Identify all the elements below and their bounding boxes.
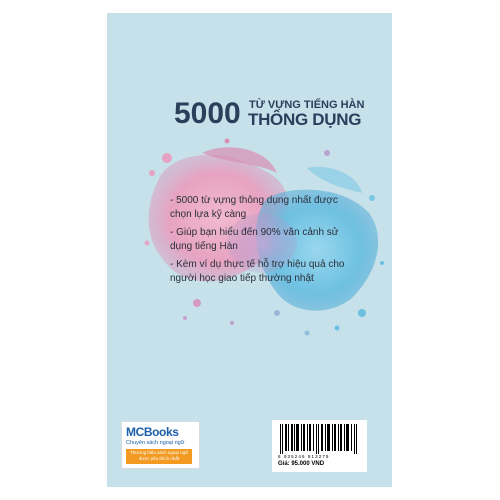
publisher-tagline: Thương hiệu sách ngoại ngữ được yêu thíc… bbox=[126, 449, 192, 464]
feature-item: - Giúp bạn hiểu đến 90% văn cảnh sử dụng… bbox=[170, 227, 339, 252]
feature-item: - Kèm ví dụ thực tế hỗ trợ hiệu quả cho … bbox=[170, 259, 345, 284]
price-label: Giá: 95.000 VND bbox=[278, 461, 325, 467]
barcode-icon bbox=[280, 424, 357, 454]
barcode-box: 8 935246 913279 Giá: 95.000 VND bbox=[272, 420, 367, 472]
title-line-2: THÔNG DỤNG bbox=[248, 110, 362, 129]
barcode-number: 8 935246 913279 bbox=[278, 454, 330, 459]
publisher-subtitle: Chuyên sách ngoại ngữ bbox=[126, 440, 185, 446]
feature-item: - 5000 từ vựng thông dụng nhất được chọn… bbox=[170, 195, 338, 220]
book-back-cover: 5000 TỪ VỰNG TIẾNG HÀN THÔNG DỤNG - 5000… bbox=[107, 13, 392, 487]
publisher-logo: MCBooks bbox=[126, 425, 179, 439]
title-number: 5000 bbox=[174, 97, 241, 130]
feature-list: - 5000 từ vựng thông dụng nhất được chọn… bbox=[170, 194, 360, 290]
publisher-logo-box: MCBooks Chuyên sách ngoại ngữ Thương hiệ… bbox=[122, 422, 199, 468]
